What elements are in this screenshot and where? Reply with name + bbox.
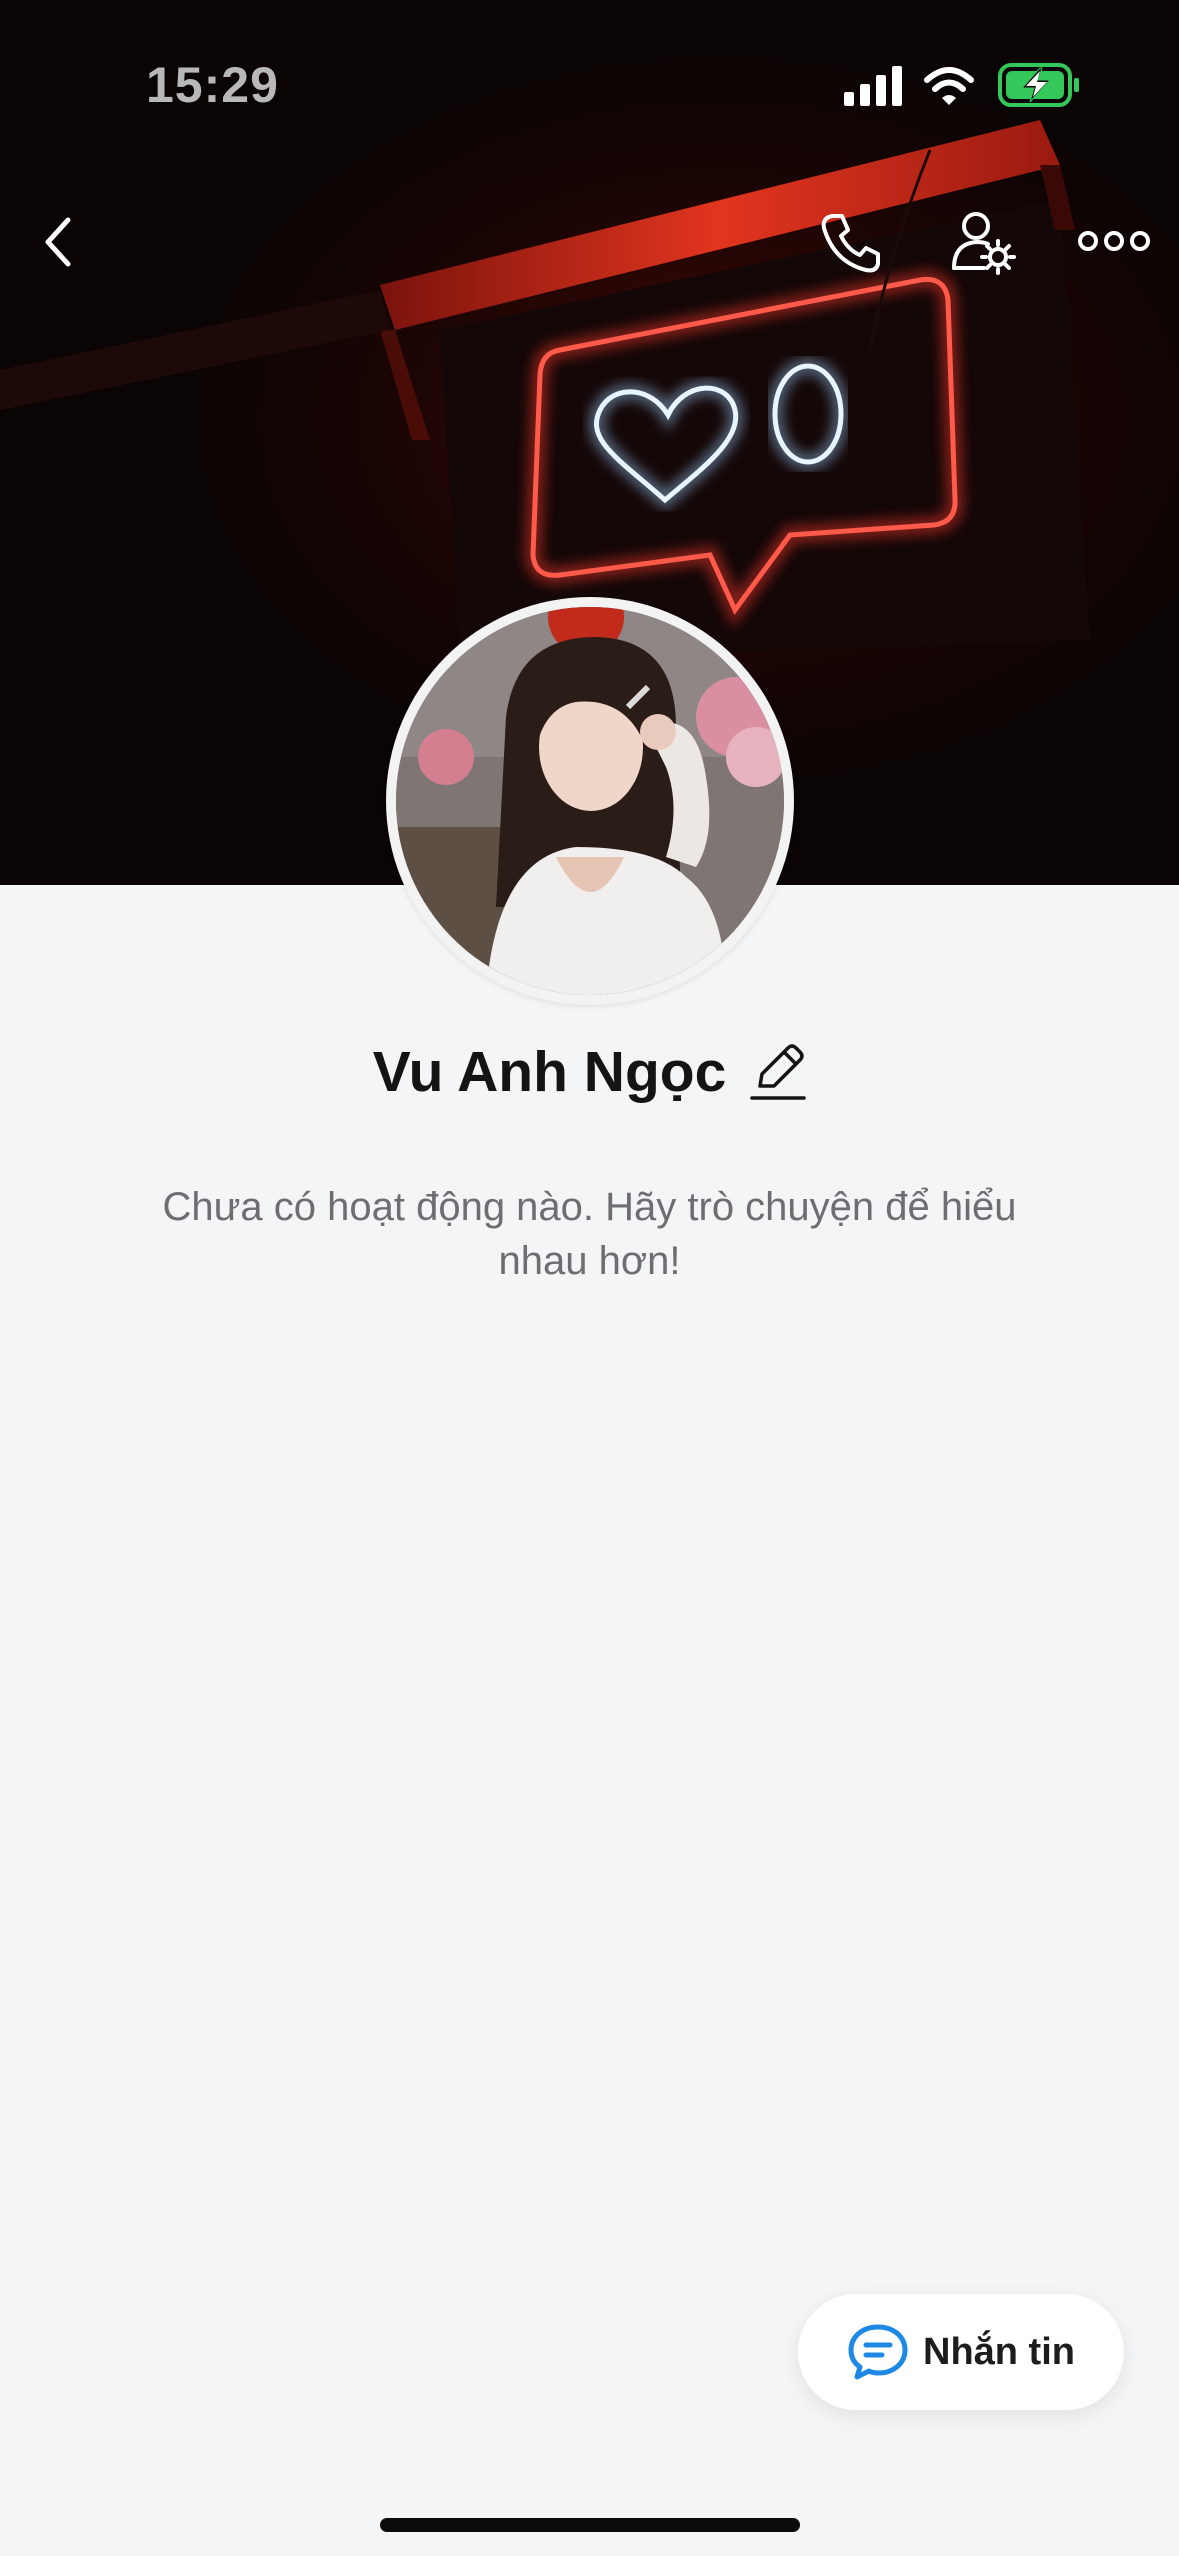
avatar-portrait-image bbox=[396, 607, 784, 995]
avatar-photo bbox=[396, 607, 784, 995]
chat-bubble-icon bbox=[848, 2324, 908, 2380]
wifi-icon bbox=[924, 67, 974, 105]
chevron-left-icon[interactable] bbox=[38, 212, 78, 272]
more-dots-icon[interactable] bbox=[1078, 226, 1150, 256]
profile-name: Vu Anh Ngọc bbox=[372, 1040, 727, 1104]
cellular-signal-icon bbox=[844, 66, 902, 106]
avatar[interactable] bbox=[386, 597, 794, 1005]
status-time: 15:29 bbox=[146, 57, 279, 113]
home-indicator[interactable] bbox=[380, 2518, 800, 2532]
profile-name-row: Vu Anh Ngọc bbox=[0, 1032, 1179, 1112]
user-settings-icon[interactable] bbox=[950, 210, 1016, 276]
status-bar: 15:29 bbox=[0, 0, 1179, 170]
pencil-icon[interactable] bbox=[750, 1042, 807, 1102]
empty-activity-message: Chưa có hoạt động nào. Hãy trò chuyện để… bbox=[162, 1185, 1017, 1283]
battery-charging-icon bbox=[998, 63, 1079, 107]
phone-icon[interactable] bbox=[818, 210, 884, 276]
message-button[interactable]: Nhắn tin bbox=[798, 2294, 1124, 2410]
message-button-label: Nhắn tin bbox=[923, 2330, 1075, 2373]
